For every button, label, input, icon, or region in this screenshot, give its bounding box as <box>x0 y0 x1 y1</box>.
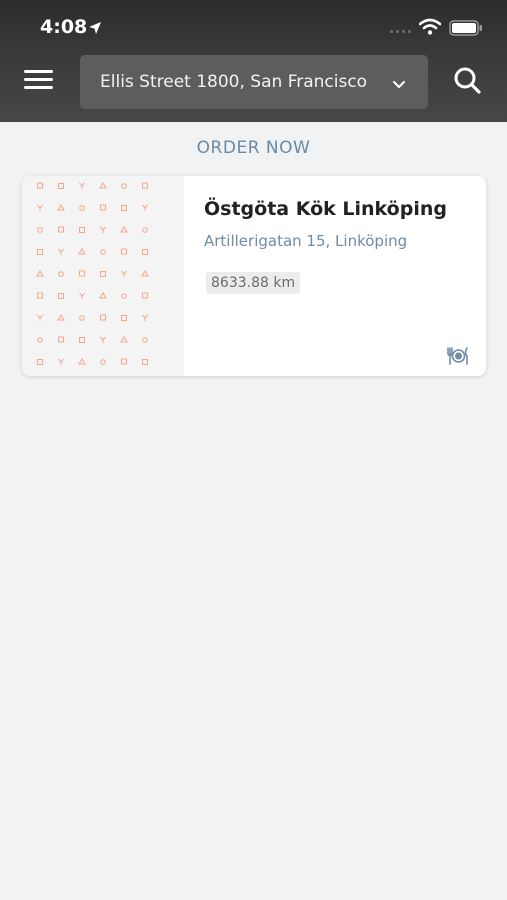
pattern-food-icon <box>99 292 107 299</box>
pattern-food-icon <box>79 227 85 233</box>
pattern-food-icon <box>121 293 127 299</box>
pattern-food-icon <box>121 205 127 211</box>
pattern-food-icon <box>58 336 65 343</box>
signal-icon <box>390 30 411 33</box>
pattern-food-icon <box>142 182 149 189</box>
wifi-icon <box>418 18 442 40</box>
pattern-food-icon <box>100 204 107 211</box>
pattern-food-icon <box>100 226 106 233</box>
pattern-food-icon <box>121 315 127 321</box>
address-selector[interactable]: Ellis Street 1800, San Francisco... <box>80 55 428 109</box>
hamburger-menu-icon[interactable] <box>24 70 56 96</box>
pattern-food-icon <box>37 292 44 299</box>
pattern-food-icon <box>79 205 85 211</box>
pattern-food-icon <box>57 204 65 211</box>
pattern-food-icon <box>78 358 86 365</box>
pattern-food-icon <box>37 227 43 233</box>
pattern-food-icon <box>79 182 85 189</box>
pattern-food-icon <box>121 183 127 189</box>
pattern-food-icon <box>58 358 64 365</box>
pattern-food-icon <box>120 226 128 233</box>
pattern-food-icon <box>58 271 64 277</box>
pattern-food-icon <box>78 248 86 255</box>
top-bar: 4:08 Ellis Street 1800, San Francisco... <box>0 0 507 122</box>
pattern-food-icon <box>58 226 65 233</box>
pattern-food-icon <box>100 249 106 255</box>
pattern-food-icon <box>120 336 128 343</box>
pattern-food-icon <box>57 314 65 321</box>
pattern-food-icon <box>121 270 127 277</box>
pattern-food-icon <box>37 182 44 189</box>
chevron-down-icon <box>392 75 406 94</box>
dine-in-icon <box>446 346 470 370</box>
pattern-food-icon <box>100 359 106 365</box>
pattern-food-icon <box>142 292 149 299</box>
pattern-food-icon <box>79 270 86 277</box>
restaurant-thumbnail <box>22 176 184 376</box>
address-text: Ellis Street 1800, San Francisco... <box>100 72 368 92</box>
status-time: 4:08 <box>40 16 88 38</box>
pattern-food-icon <box>79 337 85 343</box>
pattern-food-icon <box>36 270 44 277</box>
restaurant-address: Artillerigatan 15, Linköping <box>204 232 408 250</box>
pattern-food-icon <box>121 358 128 365</box>
section-title: ORDER NOW <box>196 138 311 158</box>
pattern-food-icon <box>100 336 106 343</box>
pattern-food-icon <box>142 314 148 321</box>
pattern-food-icon <box>58 293 64 299</box>
pattern-food-icon <box>37 359 43 365</box>
pattern-food-icon <box>141 270 149 277</box>
pattern-food-icon <box>142 359 148 365</box>
pattern-food-icon <box>58 183 64 189</box>
distance-badge: 8633.88 km <box>206 272 301 294</box>
pattern-food-icon <box>37 204 43 211</box>
battery-icon <box>449 20 483 40</box>
pattern-food-icon <box>99 182 107 189</box>
pattern-food-icon <box>58 248 64 255</box>
pattern-food-icon <box>100 271 106 277</box>
pattern-food-icon <box>142 227 148 233</box>
search-icon[interactable] <box>453 66 483 100</box>
pattern-food-icon <box>79 315 85 321</box>
restaurant-card[interactable]: Östgöta Kök Linköping Artillerigatan 15,… <box>22 176 486 376</box>
pattern-food-icon <box>142 337 148 343</box>
location-arrow-icon <box>88 20 102 39</box>
pattern-food-icon <box>142 249 148 255</box>
pattern-food-icon <box>121 248 128 255</box>
pattern-food-icon <box>37 314 43 321</box>
pattern-food-icon <box>37 337 43 343</box>
pattern-food-icon <box>37 249 43 255</box>
pattern-food-icon <box>142 204 148 211</box>
pattern-food-icon <box>79 292 85 299</box>
pattern-food-icon <box>100 314 107 321</box>
restaurant-name: Östgöta Kök Linköping <box>204 198 447 220</box>
